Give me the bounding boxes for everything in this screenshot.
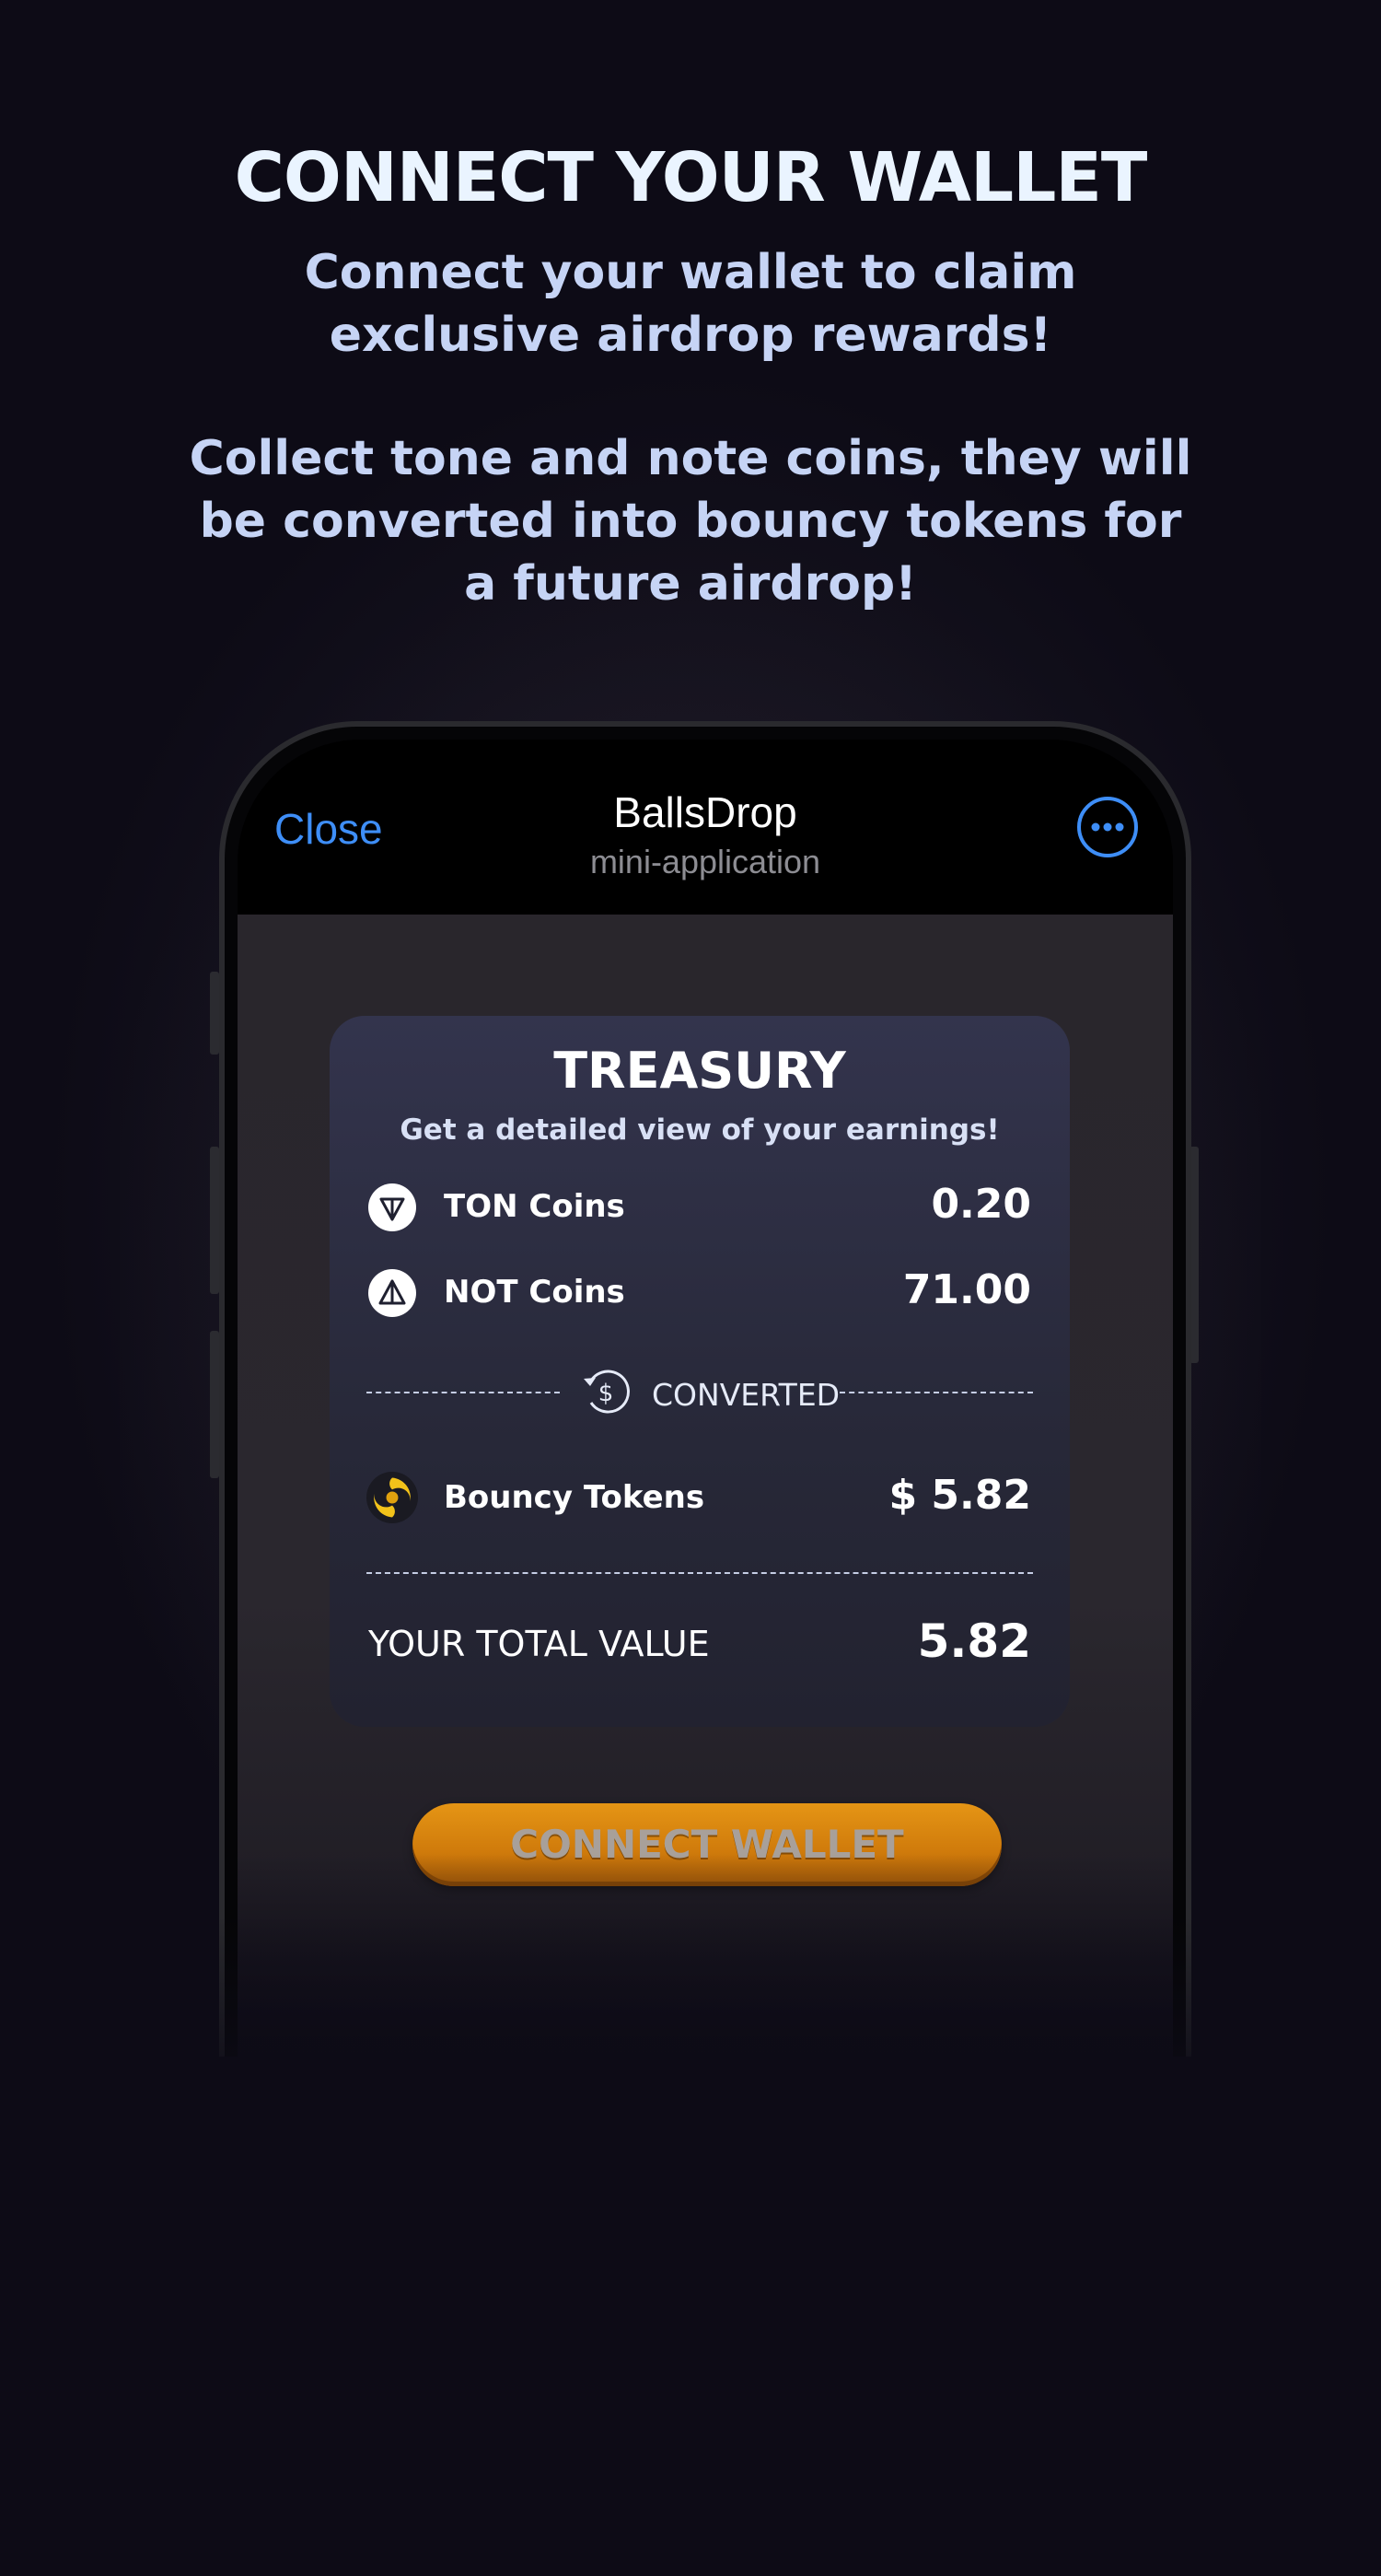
ton-coins-row: TON Coins 0.20 xyxy=(368,1179,1031,1234)
phone-volume-down xyxy=(210,1331,219,1478)
svg-text:$: $ xyxy=(598,1380,614,1407)
bouncy-tokens-row: Bouncy Tokens $ 5.82 xyxy=(366,1470,1032,1525)
ton-coins-label: TON Coins xyxy=(444,1188,625,1225)
total-value-label: YOUR TOTAL VALUE xyxy=(368,1624,710,1664)
treasury-title: TREASURY xyxy=(553,1042,846,1100)
app-subtitle: mini-application xyxy=(589,843,821,880)
total-divider xyxy=(366,1572,1033,1574)
phone-volume-up xyxy=(210,1147,219,1294)
page: CONNECT YOUR WALLET Connect your wallet … xyxy=(0,0,1381,2576)
phone-screen: Close BallsDrop mini-application TREASUR… xyxy=(238,740,1173,2057)
app-title: BallsDrop xyxy=(613,788,797,836)
total-value-amount: 5.82 xyxy=(917,1614,1031,1668)
page-fade xyxy=(0,1916,1381,2100)
ton-coins-value: 0.20 xyxy=(931,1181,1031,1228)
converted-divider: $ CONVERTED xyxy=(366,1364,1033,1419)
bouncy-token-icon xyxy=(366,1472,418,1523)
more-options-button[interactable] xyxy=(1075,795,1140,859)
page-headline: CONNECT YOUR WALLET xyxy=(234,138,1148,217)
intro-text-2: Collect tone and note coins, they will b… xyxy=(189,431,1192,612)
ellipsis-circle-icon xyxy=(1077,797,1138,857)
converted-label: CONVERTED xyxy=(652,1377,841,1413)
dashed-line-right xyxy=(840,1392,1033,1393)
not-coins-value: 71.00 xyxy=(902,1266,1031,1313)
bouncy-tokens-value: $ 5.82 xyxy=(888,1472,1032,1519)
dollar-convert-icon: $ xyxy=(584,1370,630,1414)
ton-icon xyxy=(368,1183,416,1231)
not-icon xyxy=(368,1269,416,1317)
not-coins-label: NOT Coins xyxy=(444,1274,625,1311)
mini-app-header: Close BallsDrop mini-application xyxy=(238,740,1173,915)
intro-text-1: Connect your wallet to claim exclusive a… xyxy=(304,245,1077,363)
dashed-line-left xyxy=(366,1392,560,1393)
treasury-subtitle: Get a detailed view of your earnings! xyxy=(400,1113,1000,1147)
not-coins-row: NOT Coins 71.00 xyxy=(368,1265,1031,1320)
treasury-card: TREASURY Get a detailed view of your ear… xyxy=(330,1016,1070,1727)
phone-frame: Close BallsDrop mini-application TREASUR… xyxy=(219,721,1191,2057)
mini-app-body: TREASURY Get a detailed view of your ear… xyxy=(238,915,1173,2057)
bouncy-tokens-label: Bouncy Tokens xyxy=(444,1479,705,1516)
phone-mute-switch xyxy=(210,972,219,1055)
